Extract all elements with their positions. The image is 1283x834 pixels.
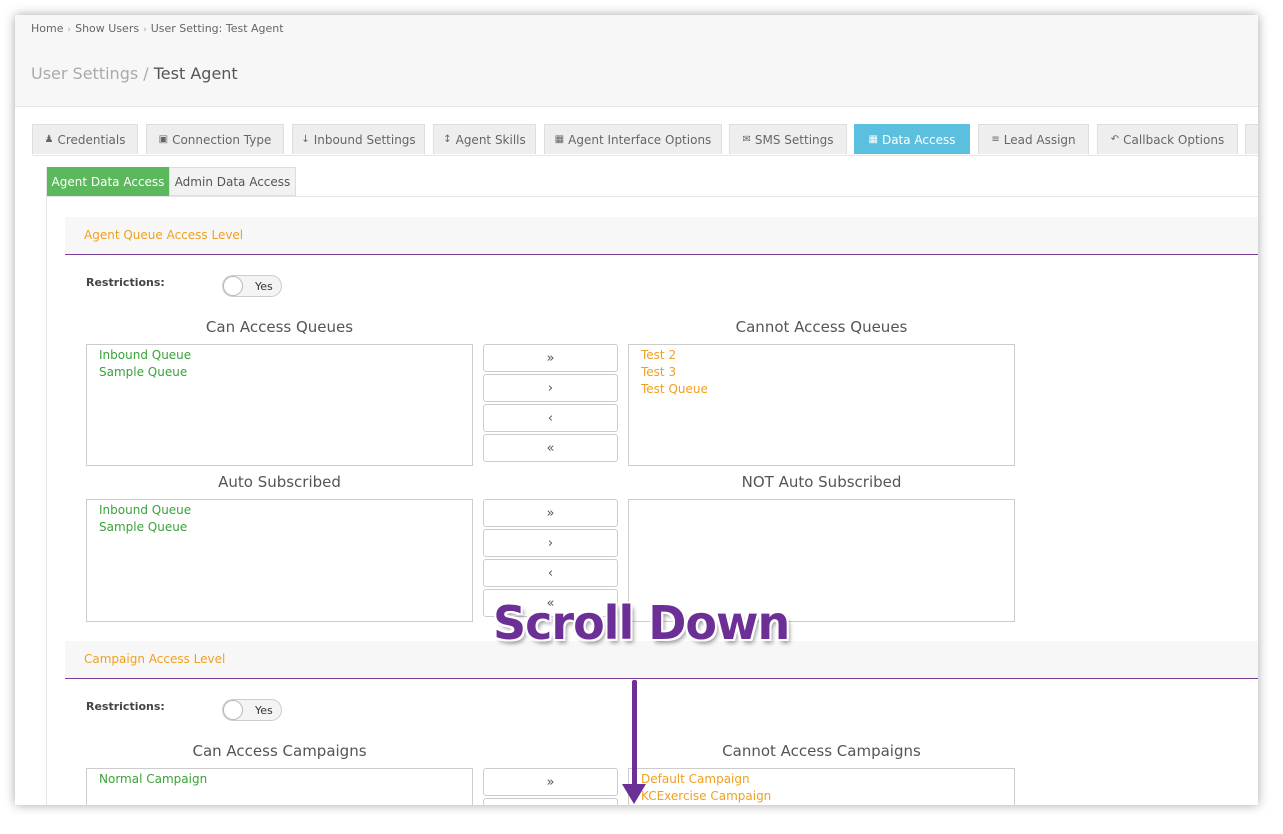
tab-label: Agent Skills <box>455 132 526 147</box>
tab-inbound-settings[interactable]: ↓ Inbound Settings <box>292 124 425 154</box>
list-icon: ≡ <box>991 134 1000 145</box>
can-access-campaigns-title: Can Access Campaigns <box>192 742 367 760</box>
tab-label: Inbound Settings <box>313 132 416 147</box>
tab-credentials[interactable]: ♟ Credentials <box>32 124 138 154</box>
arrow-down-icon: ↓ <box>301 134 310 145</box>
tab-data-access[interactable]: ▦ Data Access <box>854 124 970 154</box>
move-all-right-button[interactable]: » <box>483 499 618 527</box>
grid-icon: ▦ <box>868 134 878 145</box>
move-right-button[interactable]: › <box>483 529 618 557</box>
page-title-prefix: User Settings / <box>31 64 154 83</box>
list-item[interactable]: Sample Queue <box>99 364 460 381</box>
campaign-restrictions-toggle[interactable]: Yes <box>222 699 282 721</box>
subtab-divider <box>47 196 1258 197</box>
tab-agent-interface-options[interactable]: ▦ Agent Interface Options <box>544 124 722 154</box>
list-item[interactable]: Sample Queue <box>99 519 460 536</box>
list-item[interactable]: Test 2 <box>641 347 1002 364</box>
cannot-access-campaigns-title: Cannot Access Campaigns <box>722 742 921 760</box>
toggle-knob <box>223 276 243 296</box>
breadcrumb-current: User Setting: Test Agent <box>150 22 284 35</box>
tab-label: Lead Assign <box>1003 132 1076 147</box>
list-item[interactable]: Default Campaign <box>641 771 1002 788</box>
can-access-queues-list[interactable]: Inbound Queue Sample Queue <box>86 344 473 466</box>
list-item[interactable]: Test 3 <box>641 364 1002 381</box>
chevron-right-icon: › <box>143 25 147 35</box>
move-left-button[interactable]: ‹ <box>483 404 618 432</box>
chevron-right-icon: › <box>67 25 72 35</box>
can-access-queues-title: Can Access Queues <box>205 318 354 336</box>
list-item[interactable]: Normal Campaign <box>99 771 460 788</box>
tab-label: Agent Interface Options <box>568 132 712 147</box>
tab-divider <box>32 155 1258 156</box>
subtab-admin-data-access[interactable]: Admin Data Access <box>169 167 296 196</box>
tab-label: Credentials <box>57 132 126 147</box>
list-item[interactable]: Test Queue <box>641 381 1002 398</box>
auto-subscribed-list[interactable]: Inbound Queue Sample Queue <box>86 499 473 622</box>
page-title: User Settings / Test Agent <box>31 64 238 83</box>
reply-icon: ↶ <box>1110 134 1120 145</box>
list-item[interactable]: Inbound Queue <box>99 347 460 364</box>
list-item[interactable]: Inbound Queue <box>99 502 460 519</box>
grid-icon: ▦ <box>554 134 565 145</box>
page-title-current: Test Agent <box>153 64 238 83</box>
can-access-campaigns-list[interactable]: Normal Campaign <box>86 768 473 805</box>
tab-label: Connection Type <box>172 132 272 147</box>
cannot-access-campaigns-list[interactable]: Default Campaign KCExercise Campaign <box>628 768 1015 805</box>
toggle-label: Yes <box>255 280 273 293</box>
breadcrumb-show-users[interactable]: Show Users <box>75 22 139 35</box>
move-right-button[interactable]: › <box>483 798 618 805</box>
tab-overflow[interactable] <box>1245 124 1258 154</box>
campaign-restrictions-label: Restrictions: <box>86 700 165 713</box>
tab-sms-settings[interactable]: ✉ SMS Settings <box>729 124 847 154</box>
list-item[interactable]: KCExercise Campaign <box>641 788 1002 805</box>
queue-section-title: Agent Queue Access Level <box>84 228 244 242</box>
cannot-access-queues-title: Cannot Access Queues <box>735 318 908 336</box>
envelope-icon: ✉ <box>742 134 751 145</box>
toggle-knob <box>223 700 243 720</box>
campaign-section-title: Campaign Access Level <box>84 652 226 666</box>
tab-label: SMS Settings <box>754 132 834 147</box>
breadcrumb: Home › Show Users › User Setting: Test Agent <box>31 22 284 35</box>
toggle-label: Yes <box>255 704 273 717</box>
arrow-head-icon <box>622 784 646 804</box>
cannot-access-queues-list[interactable]: Test 2 Test 3 Test Queue <box>628 344 1015 466</box>
not-auto-subscribed-title: NOT Auto Subscribed <box>741 473 902 491</box>
tab-callback-options[interactable]: ↶ Callback Options <box>1097 124 1238 154</box>
subtab-agent-data-access[interactable]: Agent Data Access <box>47 167 169 196</box>
move-all-right-button[interactable]: » <box>483 768 618 796</box>
move-left-button[interactable]: ‹ <box>483 559 618 587</box>
user-icon: ♟ <box>44 134 54 145</box>
queue-restrictions-label: Restrictions: <box>86 276 165 289</box>
scroll-down-annotation: Scroll Down <box>493 596 790 650</box>
page-header: Home › Show Users › User Setting: Test Agent… <box>15 15 1258 107</box>
breadcrumb-home[interactable]: Home <box>31 22 63 35</box>
tab-agent-skills[interactable]: ↕ Agent Skills <box>433 124 536 154</box>
move-all-right-button[interactable]: » <box>483 344 618 372</box>
arrows-v-icon: ↕ <box>443 134 452 145</box>
move-all-left-button[interactable]: « <box>483 434 618 462</box>
move-right-button[interactable]: › <box>483 374 618 402</box>
scroll-down-arrow-icon <box>632 680 637 792</box>
lock-icon: ▣ <box>158 134 169 145</box>
tab-connection-type[interactable]: ▣ Connection Type <box>146 124 284 154</box>
queue-section-header: Agent Queue Access Level <box>65 217 1258 255</box>
auto-subscribed-title: Auto Subscribed <box>218 473 341 491</box>
queue-restrictions-toggle[interactable]: Yes <box>222 275 282 297</box>
tab-lead-assign[interactable]: ≡ Lead Assign <box>978 124 1089 154</box>
tab-label: Data Access <box>881 132 956 147</box>
tab-label: Callback Options <box>1123 132 1225 147</box>
